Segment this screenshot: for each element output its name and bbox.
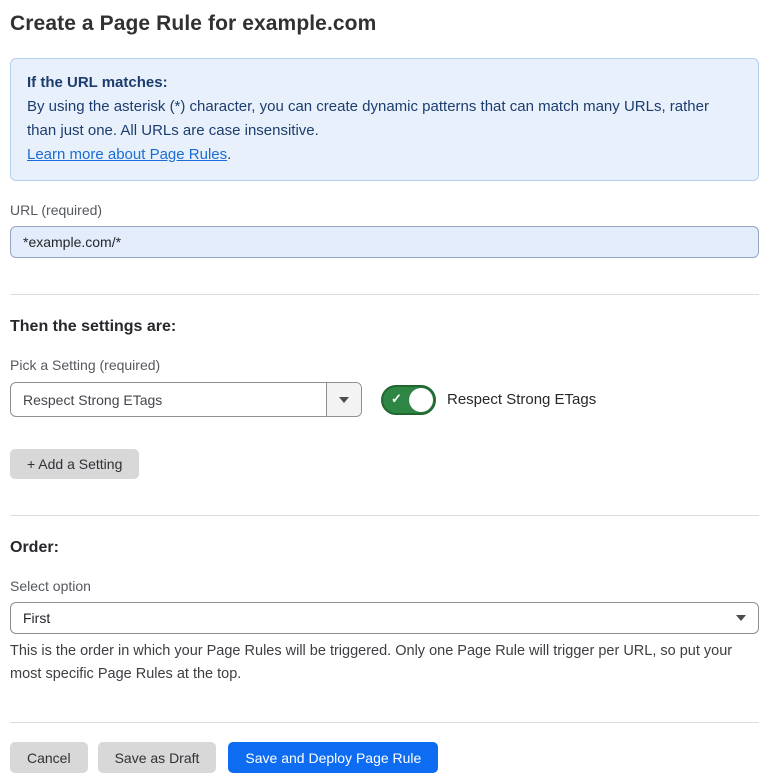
page-title: Create a Page Rule for example.com [10,12,759,36]
pick-setting-label: Pick a Setting (required) [10,357,759,373]
save-deploy-button[interactable]: Save and Deploy Page Rule [228,742,438,773]
learn-more-link[interactable]: Learn more about Page Rules [27,146,227,163]
toggle-label: Respect Strong ETags [447,391,596,408]
url-label: URL (required) [10,202,759,218]
order-select-value: First [23,610,736,626]
footer-actions: Cancel Save as Draft Save and Deploy Pag… [10,742,759,773]
setting-row: Respect Strong ETags ✓ Respect Strong ET… [10,382,759,417]
save-draft-button[interactable]: Save as Draft [98,742,217,773]
divider [10,294,759,295]
setting-select-arrow-cell[interactable] [326,383,361,416]
order-help-text: This is the order in which your Page Rul… [10,640,759,686]
caret-down-icon [339,397,349,403]
divider [10,515,759,516]
url-input[interactable] [10,226,759,258]
setting-select[interactable]: Respect Strong ETags [10,382,362,417]
add-setting-button[interactable]: + Add a Setting [10,449,139,479]
info-box-heading: If the URL matches: [27,71,742,95]
order-select[interactable]: First [10,602,759,634]
cancel-button[interactable]: Cancel [10,742,88,773]
link-suffix: . [227,146,231,163]
caret-down-icon [736,615,746,621]
settings-section-heading: Then the settings are: [10,318,759,336]
toggle-knob [409,388,433,412]
create-page-rule-form: Create a Page Rule for example.com If th… [0,0,769,773]
info-box-body: By using the asterisk (*) character, you… [27,95,742,143]
check-icon: ✓ [391,391,402,407]
url-match-info-box: If the URL matches: By using the asteris… [10,58,759,181]
order-section-heading: Order: [10,539,759,557]
info-box-link-line: Learn more about Page Rules. [27,143,742,167]
divider [10,722,759,723]
select-option-label: Select option [10,578,759,594]
setting-toggle[interactable]: ✓ [381,385,436,415]
setting-select-value: Respect Strong ETags [11,383,326,416]
